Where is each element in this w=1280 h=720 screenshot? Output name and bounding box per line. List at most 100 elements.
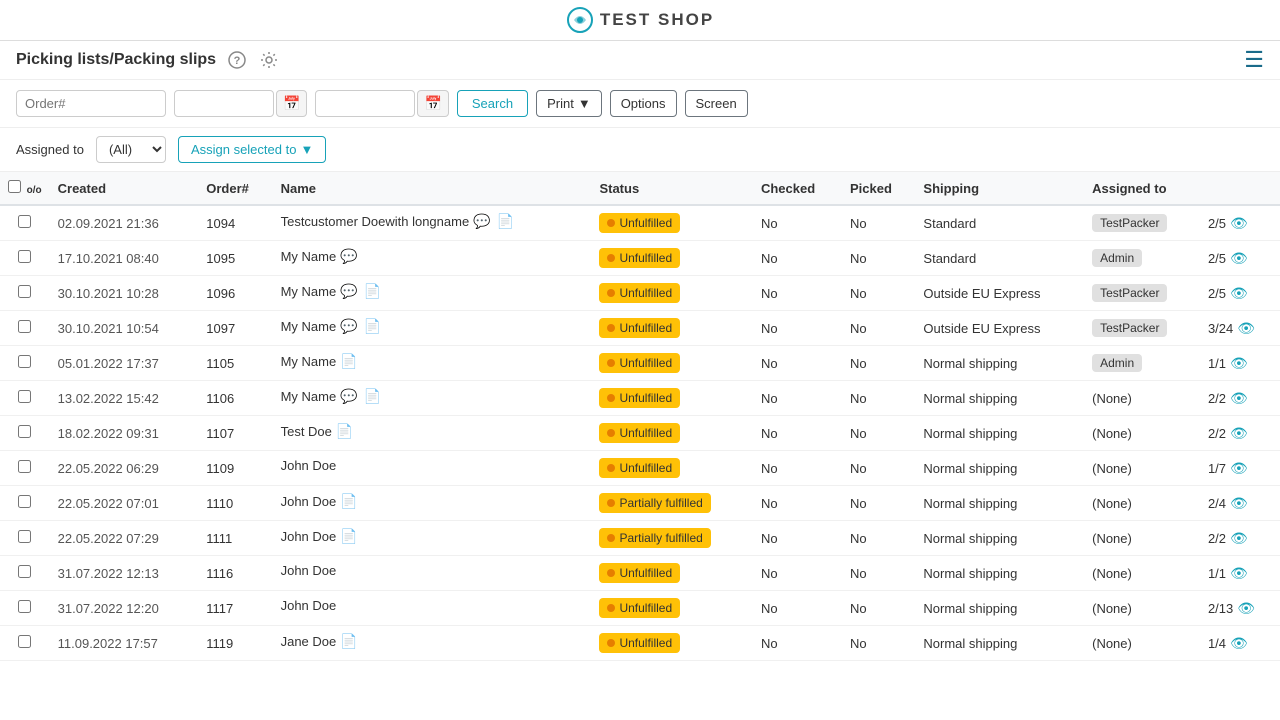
row-checkbox[interactable] — [18, 285, 31, 298]
cell-name: John Doe — [273, 451, 592, 480]
message-icon[interactable]: 💬 — [340, 388, 357, 405]
row-checkbox[interactable] — [18, 635, 31, 648]
row-checkbox[interactable] — [18, 600, 31, 613]
view-icon[interactable]: 👁 — [1230, 390, 1248, 407]
item-count: 1/1 — [1208, 566, 1226, 581]
options-button[interactable]: Options — [610, 90, 677, 117]
cell-picked: No — [842, 311, 915, 346]
col-created: Created — [50, 172, 199, 205]
view-icon[interactable]: 👁 — [1230, 285, 1248, 302]
cell-picked: No — [842, 346, 915, 381]
order-name: John Doe — [281, 494, 337, 509]
count-eye-wrap: 1/1👁 — [1208, 355, 1272, 372]
calendar-to-button[interactable]: 📅 — [417, 90, 448, 117]
count-eye-wrap: 2/5 👁 — [1208, 215, 1272, 232]
view-icon[interactable]: 👁 — [1230, 530, 1248, 547]
cell-name: My Name💬📄 — [273, 311, 592, 342]
cell-shipping: Normal shipping — [915, 486, 1084, 521]
document-icon[interactable]: 📄 — [340, 353, 357, 370]
cell-order: 1106 — [198, 381, 272, 416]
document-icon[interactable]: 📄 — [336, 423, 353, 440]
date-from-input[interactable]: 10.08.2021 — [174, 90, 274, 117]
assign-selected-button[interactable]: Assign selected to ▼ — [178, 136, 326, 163]
status-text: Partially fulfilled — [619, 531, 702, 545]
row-checkbox[interactable] — [18, 355, 31, 368]
view-icon[interactable]: 👁 — [1230, 250, 1248, 267]
document-icon[interactable]: 📄 — [340, 493, 357, 510]
date-from-wrap: 10.08.2021 📅 — [174, 90, 307, 117]
cell-count: 2/2👁 — [1200, 521, 1280, 556]
row-checkbox[interactable] — [18, 320, 31, 333]
table-row: 13.02.2022 15:421106My Name💬📄Unfulfilled… — [0, 381, 1280, 416]
document-icon[interactable]: 📄 — [340, 528, 357, 545]
cell-shipping: Normal shipping — [915, 626, 1084, 661]
document-icon[interactable]: 📄 — [364, 283, 381, 300]
document-icon[interactable]: 📄 — [364, 388, 381, 405]
view-icon[interactable]: 👁 — [1237, 600, 1255, 617]
table-row: 18.02.2022 09:311107Test Doe📄Unfulfilled… — [0, 416, 1280, 451]
document-icon[interactable]: 📄 — [340, 633, 357, 650]
row-checkbox[interactable] — [18, 425, 31, 438]
help-button[interactable]: ? — [226, 49, 248, 71]
cell-count: 2/2👁 — [1200, 381, 1280, 416]
order-search-input[interactable] — [16, 90, 166, 117]
message-icon[interactable]: 💬 — [473, 213, 490, 230]
count-eye-wrap: 2/5👁 — [1208, 285, 1272, 302]
row-checkbox[interactable] — [18, 460, 31, 473]
cell-assigned: (None) — [1084, 626, 1200, 661]
cell-count: 2/2👁 — [1200, 416, 1280, 451]
view-icon[interactable]: 👁 — [1230, 635, 1248, 652]
cell-name: Jane Doe📄 — [273, 626, 592, 657]
row-checkbox[interactable] — [18, 250, 31, 263]
status-text: Unfulfilled — [619, 321, 672, 335]
cell-picked: No — [842, 556, 915, 591]
message-icon[interactable]: 💬 — [340, 283, 357, 300]
status-dot — [607, 289, 615, 297]
cell-order: 1117 — [198, 591, 272, 626]
table-row: 22.05.2022 06:291109John DoeUnfulfilledN… — [0, 451, 1280, 486]
item-count: 1/4 — [1208, 636, 1226, 651]
document-icon[interactable]: 📄 — [364, 318, 381, 335]
row-checkbox[interactable] — [18, 530, 31, 543]
view-icon[interactable]: 👁 — [1237, 320, 1255, 337]
message-icon[interactable]: 💬 — [340, 248, 357, 265]
document-icon[interactable]: 📄 — [497, 213, 514, 230]
search-button[interactable]: Search — [457, 90, 528, 117]
dropdown-arrow-icon: ▼ — [578, 96, 591, 111]
settings-button[interactable] — [258, 49, 280, 71]
row-checkbox[interactable] — [18, 565, 31, 578]
item-count: 2/5 — [1208, 216, 1226, 231]
row-checkbox-cell — [0, 381, 50, 416]
row-checkbox-cell — [0, 311, 50, 346]
dropdown-arrow-assign-icon: ▼ — [300, 142, 313, 157]
date-to-wrap: 05.10.2022 📅 — [315, 90, 448, 117]
status-dot — [607, 534, 615, 542]
cell-count: 2/4👁 — [1200, 486, 1280, 521]
view-icon[interactable]: 👁 — [1230, 215, 1248, 232]
status-dot — [607, 219, 615, 227]
view-icon[interactable]: 👁 — [1230, 425, 1248, 442]
cell-assigned: (None) — [1084, 381, 1200, 416]
assignee-badge: Admin — [1092, 249, 1142, 267]
view-icon[interactable]: 👁 — [1230, 495, 1248, 512]
hamburger-icon[interactable]: ☰ — [1244, 47, 1264, 73]
screen-button[interactable]: Screen — [685, 90, 748, 117]
assign-bar: Assigned to (All) Assign selected to ▼ — [0, 128, 1280, 172]
row-checkbox[interactable] — [18, 495, 31, 508]
col-checked: Checked — [753, 172, 842, 205]
item-count: 2/5 — [1208, 251, 1226, 266]
view-icon[interactable]: 👁 — [1230, 460, 1248, 477]
date-to-input[interactable]: 05.10.2022 — [315, 90, 415, 117]
calendar-from-button[interactable]: 📅 — [276, 90, 307, 117]
select-all-checkbox[interactable] — [8, 180, 21, 193]
print-button[interactable]: Print ▼ — [536, 90, 602, 117]
status-badge: Unfulfilled — [599, 388, 680, 408]
order-name: My Name — [281, 284, 337, 299]
view-icon[interactable]: 👁 — [1230, 355, 1248, 372]
view-icon[interactable]: 👁 — [1230, 565, 1248, 582]
row-checkbox[interactable] — [18, 390, 31, 403]
row-checkbox-cell — [0, 346, 50, 381]
message-icon[interactable]: 💬 — [340, 318, 357, 335]
assigned-to-select[interactable]: (All) — [96, 136, 166, 163]
row-checkbox[interactable] — [18, 215, 31, 228]
